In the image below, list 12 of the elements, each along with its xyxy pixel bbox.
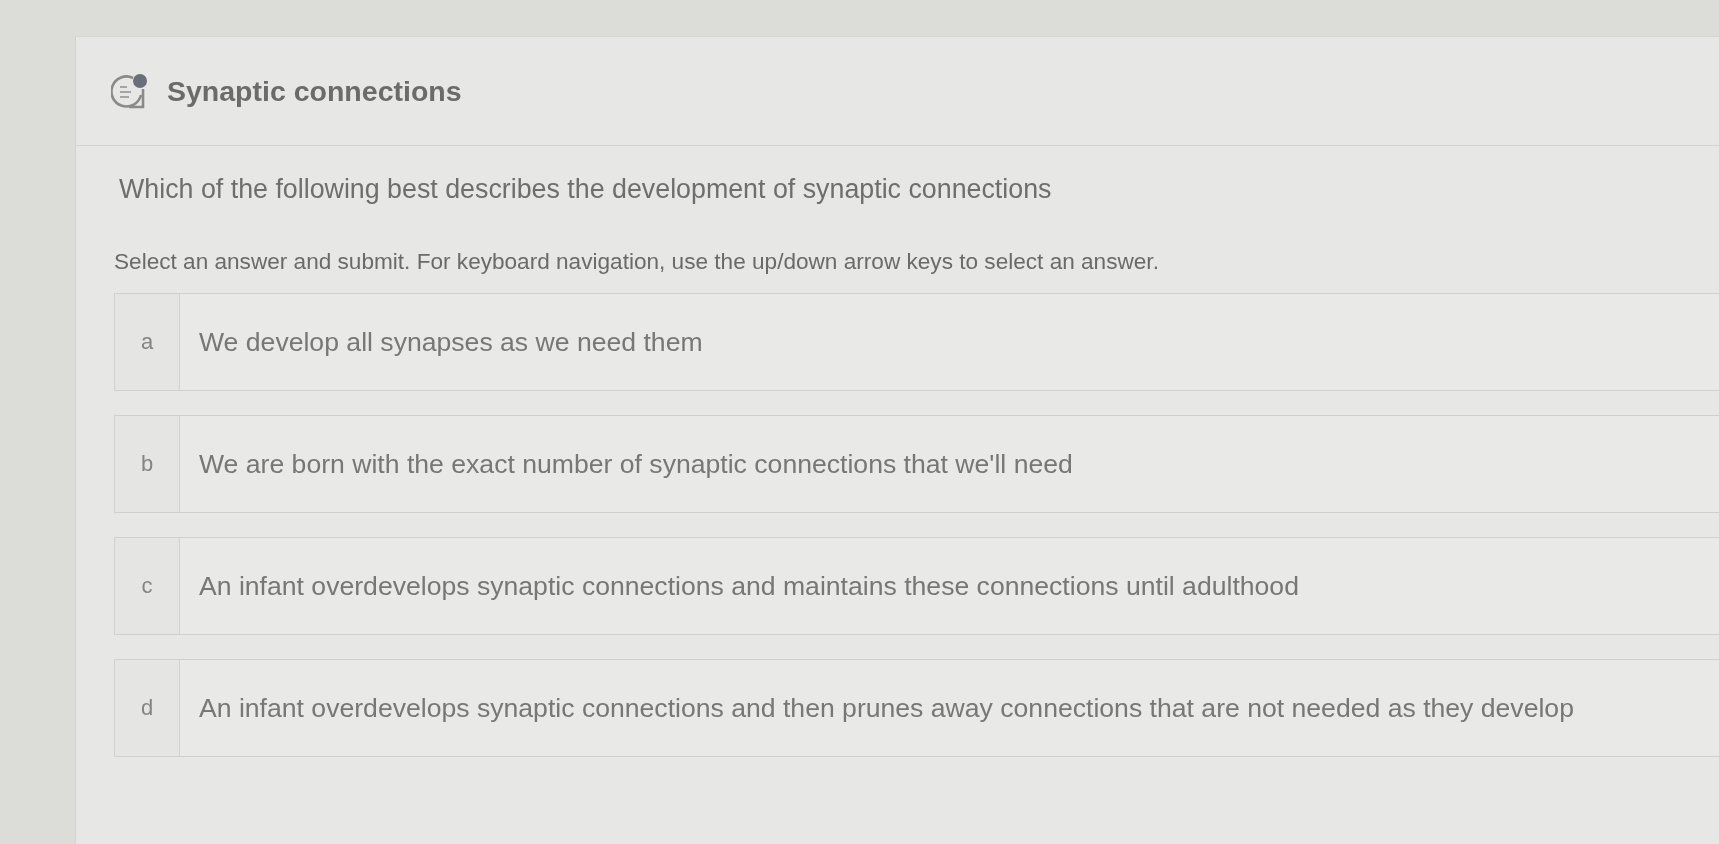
question-text: Which of the following best describes the development of synaptic connections [119, 173, 1053, 205]
option-letter: a [115, 294, 180, 390]
answer-option[interactable]: b We are born with the exact number of synaptic connections that we'll need [114, 415, 1719, 513]
answer-option[interactable]: c An infant overdevelops synaptic connections and maintains these connections until adulthood [114, 537, 1719, 635]
instructions-text: Select an answer and submit. For keyboard navigation, use the up/down arrow keys to select an answer. [114, 248, 1160, 276]
answer-option[interactable]: d An infant overdevelops synaptic connections and then prunes away connections that are not needed as they develop [114, 659, 1719, 757]
answer-option[interactable]: a We develop all synapses as we need them [114, 293, 1719, 391]
option-letter: d [115, 660, 180, 756]
speech-bubble-icon [111, 73, 149, 109]
option-letter: b [115, 416, 180, 512]
option-letter: c [115, 538, 180, 634]
quiz-title: Synaptic connections [167, 74, 462, 108]
